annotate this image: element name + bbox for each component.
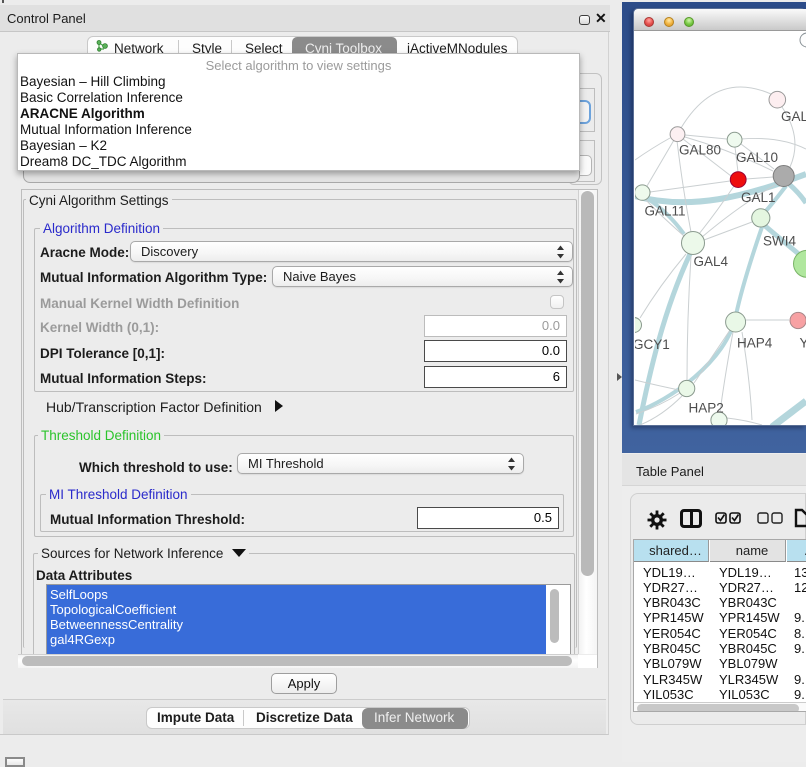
svg-text:GAL10: GAL10 bbox=[736, 150, 778, 165]
svg-text:SWI4: SWI4 bbox=[763, 234, 796, 249]
svg-text:GCY1: GCY1 bbox=[635, 337, 670, 352]
svg-text:GAL1: GAL1 bbox=[741, 190, 776, 205]
svg-text:HAP4: HAP4 bbox=[737, 336, 773, 351]
svg-text:GAL11: GAL11 bbox=[645, 204, 686, 219]
svg-text:YD: YD bbox=[800, 336, 806, 351]
svg-text:HAP2: HAP2 bbox=[689, 401, 724, 416]
svg-text:GAL: GAL bbox=[781, 109, 806, 124]
svg-text:GAL4: GAL4 bbox=[694, 254, 729, 269]
svg-text:GAL80: GAL80 bbox=[679, 143, 721, 158]
